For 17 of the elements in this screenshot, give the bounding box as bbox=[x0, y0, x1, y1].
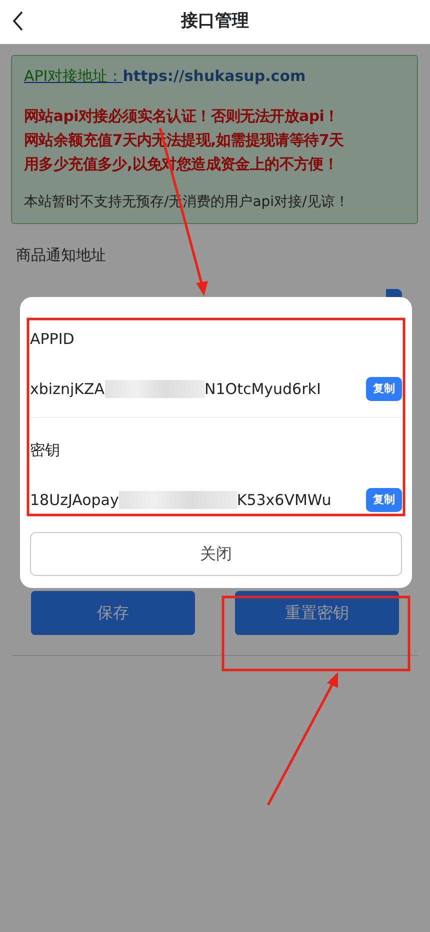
field-label: 商品通知地址 bbox=[16, 245, 107, 266]
close-button[interactable]: 关闭 bbox=[30, 532, 402, 576]
action-button[interactable]: 保存 bbox=[31, 590, 195, 634]
key-value-text: K53x6VMWu bbox=[236, 490, 332, 510]
warning-text: 网站api对接必须实名认证！否则无法开放api！ bbox=[24, 106, 340, 127]
action-button[interactable]: 重置密钥 bbox=[235, 590, 399, 634]
key-value-text: xbiznjKZA bbox=[30, 378, 104, 400]
api-url-link[interactable]: https://shukasup.com bbox=[122, 67, 306, 85]
field-label: APPID bbox=[30, 329, 76, 350]
copy-button[interactable]: 复制 bbox=[366, 376, 402, 401]
field-label: 密钥 bbox=[30, 440, 61, 461]
key-value-text: N1OtcMyud6rkI bbox=[204, 378, 321, 400]
back-icon[interactable] bbox=[12, 11, 24, 31]
copy-button[interactable]: 复制 bbox=[366, 488, 402, 512]
key-value-text: 18UzJAopay bbox=[30, 490, 119, 510]
page-title: 接口管理 bbox=[181, 10, 249, 34]
api-address-label: API对接地址： bbox=[24, 67, 123, 85]
